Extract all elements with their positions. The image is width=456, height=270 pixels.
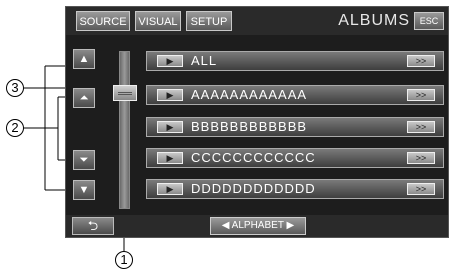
play-icon[interactable]: ▶ xyxy=(157,152,183,164)
source-button[interactable]: SOURCE xyxy=(76,11,130,31)
back-button[interactable]: ⮌ xyxy=(72,217,114,235)
list-item-label: BBBBBBBBBBBB xyxy=(191,119,308,134)
callout-3: 3 xyxy=(6,79,24,97)
callout-2: 2 xyxy=(6,119,24,137)
page-up-button[interactable]: ▲ xyxy=(73,49,95,69)
more-button[interactable]: >> xyxy=(407,89,435,101)
play-icon[interactable]: ▶ xyxy=(157,121,183,133)
line-down-button[interactable]: ⏷ xyxy=(73,150,95,170)
play-icon[interactable]: ▶ xyxy=(157,55,183,67)
visual-button[interactable]: VISUAL xyxy=(135,11,181,31)
setup-button[interactable]: SETUP xyxy=(186,11,232,31)
bottom-bar: ⮌ ◀ ALPHABET ▶ xyxy=(66,215,448,237)
page-down-icon: ▼ xyxy=(78,184,90,196)
scroll-track[interactable] xyxy=(119,51,130,209)
more-button[interactable]: >> xyxy=(407,183,435,195)
callout-1: 1 xyxy=(115,251,133,269)
page-up-icon: ▲ xyxy=(78,53,90,65)
play-icon[interactable]: ▶ xyxy=(157,89,183,101)
back-arrow-icon: ⮌ xyxy=(87,218,99,233)
line-down-icon: ⏷ xyxy=(79,154,89,166)
top-bar: SOURCE VISUAL SETUP ALBUMS ESC xyxy=(66,7,448,35)
list-item[interactable]: ▶ CCCCCCCCCCCC >> xyxy=(146,148,444,168)
more-button[interactable]: >> xyxy=(407,121,435,133)
play-icon[interactable]: ▶ xyxy=(157,183,183,195)
scroll-thumb[interactable] xyxy=(113,85,137,101)
list-item[interactable]: ▶ BBBBBBBBBBBB >> xyxy=(146,117,444,137)
line-up-button[interactable]: ⏶ xyxy=(73,88,95,108)
list-item-label: AAAAAAAAAAAA xyxy=(191,87,308,102)
list-item[interactable]: ▶ ALL >> xyxy=(146,51,444,71)
list-item[interactable]: ▶ AAAAAAAAAAAA >> xyxy=(146,85,444,105)
line-up-icon: ⏶ xyxy=(79,92,89,104)
head-unit-screen: SOURCE VISUAL SETUP ALBUMS ESC ▲ ⏶ ⏷ ▼ ▶… xyxy=(65,6,449,238)
more-button[interactable]: >> xyxy=(407,152,435,164)
esc-button[interactable]: ESC xyxy=(414,12,444,30)
list-item[interactable]: ▶ DDDDDDDDDDDD >> xyxy=(146,179,444,199)
alphabet-search-button[interactable]: ◀ ALPHABET ▶ xyxy=(210,217,306,235)
list-item-label: ALL xyxy=(191,53,218,68)
list-item-label: CCCCCCCCCCCC xyxy=(191,150,316,165)
screen-title: ALBUMS xyxy=(338,12,410,29)
more-button[interactable]: >> xyxy=(407,55,435,67)
page-down-button[interactable]: ▼ xyxy=(73,180,95,200)
list-item-label: DDDDDDDDDDDD xyxy=(191,181,316,196)
